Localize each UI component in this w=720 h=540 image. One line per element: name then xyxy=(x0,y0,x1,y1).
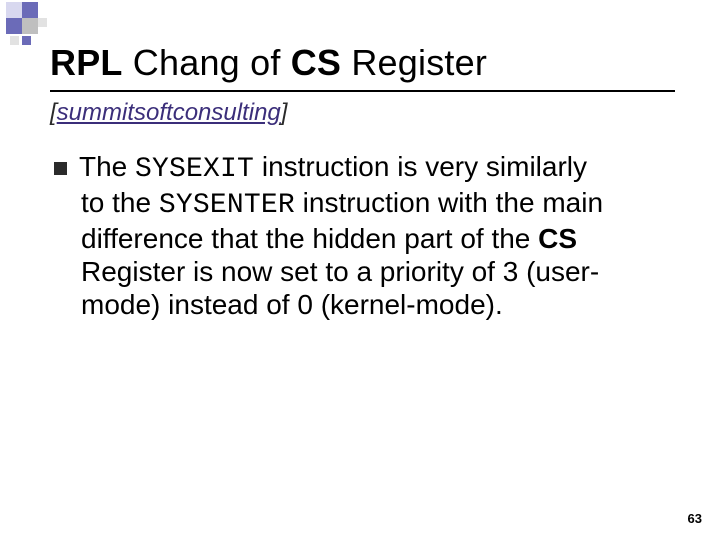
title-part: Chang of xyxy=(123,42,291,83)
code-sysexit: SYSEXIT xyxy=(135,154,254,185)
bullet-icon xyxy=(54,162,67,175)
page-number: 63 xyxy=(688,511,702,526)
decoration-square xyxy=(22,18,38,34)
text: The xyxy=(79,151,135,182)
slide: RPL Chang of CS Register [summitsoftcons… xyxy=(0,0,720,540)
decoration-square xyxy=(38,18,47,27)
subtitle-bracket-open: [ xyxy=(50,99,57,126)
code-sysenter: SYSENTER xyxy=(159,190,295,221)
subtitle: [summitsoftconsulting] xyxy=(50,99,287,127)
body-line: difference that the hidden part of the C… xyxy=(54,222,664,255)
text: instruction with the main xyxy=(295,187,603,218)
title-part: Register xyxy=(341,42,487,83)
text: mode) instead of 0 (kernel-mode). xyxy=(81,289,503,320)
text: Register is now set to a priority of 3 (… xyxy=(81,256,599,287)
body-line: to the SYSENTER instruction with the mai… xyxy=(54,186,664,222)
decoration-square xyxy=(22,2,38,18)
body-line: Register is now set to a priority of 3 (… xyxy=(54,255,664,288)
decoration-square xyxy=(6,2,22,18)
text: difference that the hidden part of the xyxy=(81,223,538,254)
body-line: mode) instead of 0 (kernel-mode). xyxy=(54,288,664,321)
text: to the xyxy=(81,187,159,218)
title-part-bold: RPL xyxy=(50,42,123,83)
subtitle-link[interactable]: summitsoftconsulting xyxy=(57,99,281,126)
title-part-bold: CS xyxy=(291,42,341,83)
body-text: The SYSEXIT instruction is very similarl… xyxy=(54,150,664,321)
body-line: The SYSEXIT instruction is very similarl… xyxy=(54,150,664,186)
decoration-square xyxy=(6,18,22,34)
title-underline xyxy=(50,90,675,92)
text: instruction is very similarly xyxy=(254,151,587,182)
decoration-square xyxy=(10,36,19,45)
subtitle-bracket-close: ] xyxy=(281,99,288,126)
slide-title: RPL Chang of CS Register xyxy=(50,42,487,84)
text-bold-cs: CS xyxy=(538,223,577,254)
decoration-square xyxy=(22,36,31,45)
